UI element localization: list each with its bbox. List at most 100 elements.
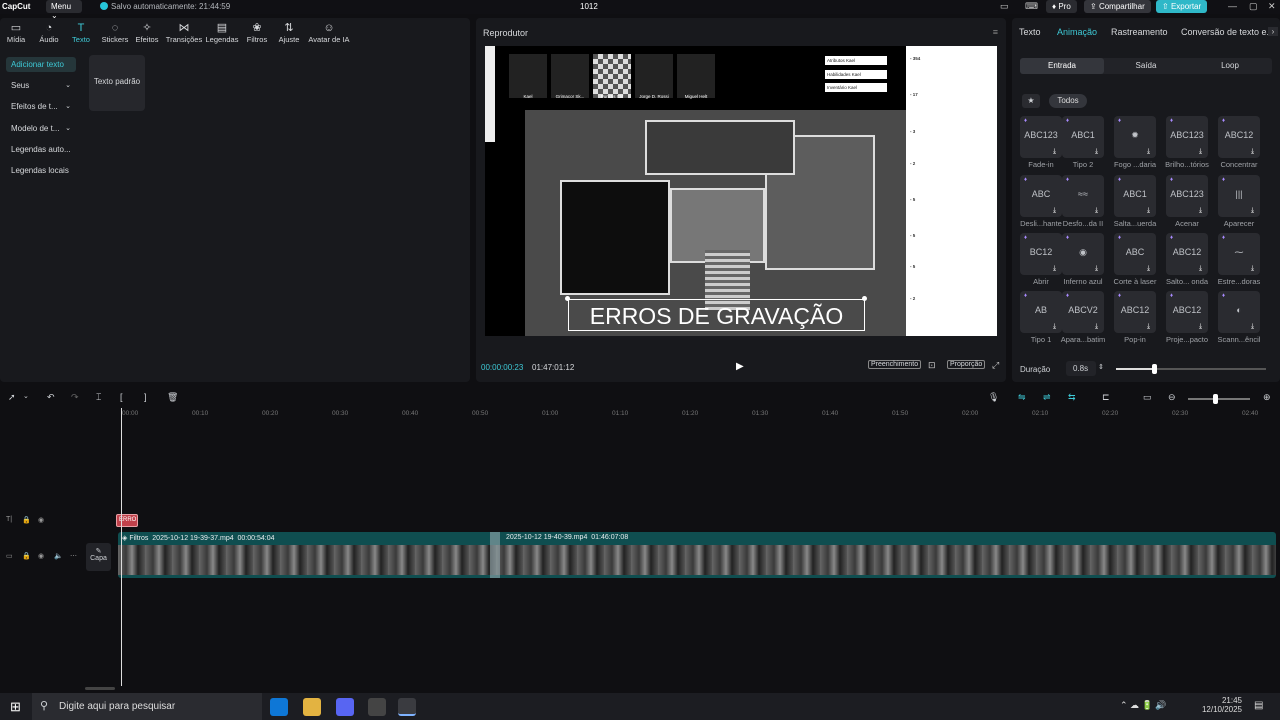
download-icon[interactable]: ⤓ xyxy=(1196,147,1205,156)
ratio-button[interactable]: Proporção xyxy=(947,360,986,369)
filter-all[interactable]: Todos xyxy=(1049,94,1087,108)
animation-card[interactable]: ♦ ABC ⤓ xyxy=(1020,175,1062,217)
maximize-icon[interactable]: ▢ xyxy=(1249,1,1258,12)
split-left-icon[interactable]: [ xyxy=(120,392,123,402)
select-icon[interactable]: ➚ xyxy=(8,392,16,403)
minimize-icon[interactable]: — xyxy=(1228,1,1237,11)
fullscreen-icon[interactable]: ⤢ xyxy=(992,360,999,371)
layout-icon[interactable]: ▭ xyxy=(1000,1,1009,12)
resize-handle[interactable] xyxy=(862,296,867,301)
edge-icon[interactable] xyxy=(270,698,288,716)
animation-card[interactable]: ♦ ABC123 ⤓ xyxy=(1166,116,1208,158)
download-icon[interactable]: ⤓ xyxy=(1050,147,1059,156)
video-clip[interactable]: ◈ Filtros 2025-10-12 19-39-37.mp4 00:00:… xyxy=(118,532,1276,578)
tab-tracking[interactable]: Rastreamento xyxy=(1111,27,1168,37)
preview-axis-icon[interactable]: ⊏ xyxy=(1102,392,1110,403)
snap-icon[interactable]: ⇌ xyxy=(1043,392,1051,403)
download-icon[interactable]: ⤓ xyxy=(1144,147,1153,156)
linkage-icon[interactable]: ⇆ xyxy=(1068,392,1076,403)
split-right-icon[interactable]: ] xyxy=(144,392,147,402)
discord-icon[interactable] xyxy=(336,698,354,716)
animation-card[interactable]: ♦ ◐ ⤓ xyxy=(1218,291,1260,333)
chevron-right-icon[interactable]: › xyxy=(1268,27,1278,36)
tab-captions[interactable]: ▤ Legendas xyxy=(202,22,242,44)
animation-card[interactable]: ♦ ABC1 ⤓ xyxy=(1114,175,1156,217)
download-icon[interactable]: ⤓ xyxy=(1248,322,1257,331)
tab-adjust[interactable]: ⇅ Ajuste xyxy=(269,22,309,44)
animation-card[interactable]: ♦ ||| ⤓ xyxy=(1218,175,1260,217)
download-icon[interactable]: ⤓ xyxy=(1092,322,1101,331)
zoom-out-icon[interactable]: ⊖ xyxy=(1168,392,1176,403)
download-icon[interactable]: ⤓ xyxy=(1050,322,1059,331)
download-icon[interactable]: ⤓ xyxy=(1196,264,1205,273)
project-name[interactable]: 1012 xyxy=(580,2,598,11)
favorites-star-icon[interactable]: ★ xyxy=(1022,94,1040,108)
animation-card[interactable]: ♦ ⁓ ⤓ xyxy=(1218,233,1260,275)
side-yours[interactable]: Seus ⌄ xyxy=(6,78,76,93)
tab-animation[interactable]: Animação xyxy=(1057,27,1097,37)
animation-card[interactable]: ♦ ABC12 ⤓ xyxy=(1218,116,1260,158)
lock-icon[interactable]: 🔒 xyxy=(22,516,31,524)
segment-out[interactable]: Saída xyxy=(1104,58,1188,74)
default-text-card[interactable]: Texto padrão xyxy=(89,55,145,111)
share-button[interactable]: ⇪ Compartilhar xyxy=(1084,0,1151,13)
download-icon[interactable]: ⤓ xyxy=(1050,206,1059,215)
playhead[interactable] xyxy=(121,408,122,686)
timeline-ruler[interactable]: 00:00 00:10 00:20 00:30 00:40 00:50 01:00 01:10… xyxy=(116,408,1280,420)
cover-button[interactable]: ✎ Capa xyxy=(86,543,111,571)
resize-handle[interactable] xyxy=(565,296,570,301)
side-auto-captions[interactable]: Legendas auto... xyxy=(6,142,76,157)
eye-icon[interactable]: ◉ xyxy=(38,552,44,560)
animation-card[interactable]: ♦ ◉ ⤓ xyxy=(1062,233,1104,275)
split-icon[interactable]: ⌶ xyxy=(96,392,101,403)
animation-card[interactable]: ♦ ABC123 ⤓ xyxy=(1020,116,1062,158)
taskbar-search[interactable]: ⚲ Digite aqui para pesquisar xyxy=(32,693,262,720)
play-icon[interactable]: ▶ xyxy=(736,361,744,372)
export-button[interactable]: ⇧ Exportar xyxy=(1156,0,1208,13)
side-text-templates[interactable]: Modelo de t... ⌄ xyxy=(6,121,76,136)
tab-tts[interactable]: Conversão de texto e... xyxy=(1181,27,1268,37)
text-clip[interactable]: ERRO xyxy=(116,514,138,527)
zoom-slider[interactable] xyxy=(1188,398,1250,400)
add-text-button[interactable]: Adicionar texto xyxy=(6,57,76,72)
animation-card[interactable]: ♦ ABC ⤓ xyxy=(1114,233,1156,275)
video-preview[interactable]: Kael Grimacor Sk... Punctis Clif Jorge D… xyxy=(485,46,997,336)
animation-card[interactable]: ♦ ABC12 ⤓ xyxy=(1114,291,1156,333)
tab-ai-avatar[interactable]: ☺ Avatar de IA xyxy=(305,22,353,44)
microphone-icon[interactable]: 🎙 xyxy=(988,392,999,403)
chevron-down-icon[interactable]: ⌄ xyxy=(23,392,29,400)
animation-card[interactable]: ♦ ABC12 ⤓ xyxy=(1166,233,1208,275)
download-icon[interactable]: ⤓ xyxy=(1092,264,1101,273)
overlay-title-text[interactable]: ERROS DE GRAVAÇÃO xyxy=(568,299,865,331)
obs-icon[interactable] xyxy=(368,698,386,716)
keyboard-icon[interactable]: ⌨ xyxy=(1025,1,1038,12)
download-icon[interactable]: ⤓ xyxy=(1144,206,1153,215)
tray-icons[interactable]: ⌃ ☁ 🔋 🔊 xyxy=(1120,700,1166,711)
delete-icon[interactable]: 🗑 xyxy=(167,392,178,403)
windows-start-icon[interactable]: ⊞ xyxy=(10,699,21,715)
explorer-icon[interactable] xyxy=(303,698,321,716)
link-main-track-icon[interactable]: ⇋ xyxy=(1018,392,1026,403)
segment-loop[interactable]: Loop xyxy=(1188,58,1272,74)
download-icon[interactable]: ⤓ xyxy=(1050,264,1059,273)
side-text-effects[interactable]: Efeitos de t... ⌄ xyxy=(6,99,76,114)
animation-card[interactable]: ♦ ABC123 ⤓ xyxy=(1166,175,1208,217)
download-icon[interactable]: ⤓ xyxy=(1144,322,1153,331)
eye-icon[interactable]: ◉ xyxy=(38,516,44,524)
duration-input[interactable]: 0.8s xyxy=(1066,361,1096,376)
animation-card[interactable]: ♦ ≈≈ ⤓ xyxy=(1062,175,1104,217)
pro-button[interactable]: ♦ Pro xyxy=(1046,0,1077,13)
stepper-icon[interactable]: ⇕ xyxy=(1098,363,1104,371)
download-icon[interactable]: ⤓ xyxy=(1196,206,1205,215)
download-icon[interactable]: ⤓ xyxy=(1248,264,1257,273)
player-menu-icon[interactable]: ≡ xyxy=(993,27,998,37)
clock[interactable]: 21:45 12/10/2025 xyxy=(1200,696,1242,714)
thumbnail-icon[interactable]: ▭ xyxy=(1143,392,1152,403)
close-icon[interactable]: ✕ xyxy=(1268,1,1276,12)
download-icon[interactable]: ⤓ xyxy=(1248,206,1257,215)
speaker-icon[interactable]: 🔈 xyxy=(54,552,63,560)
timeline-scrollbar[interactable] xyxy=(85,687,115,690)
clip-transition[interactable] xyxy=(490,532,500,578)
lock-icon[interactable]: 🔒 xyxy=(22,552,31,560)
more-icon[interactable]: ⋯ xyxy=(70,552,77,560)
